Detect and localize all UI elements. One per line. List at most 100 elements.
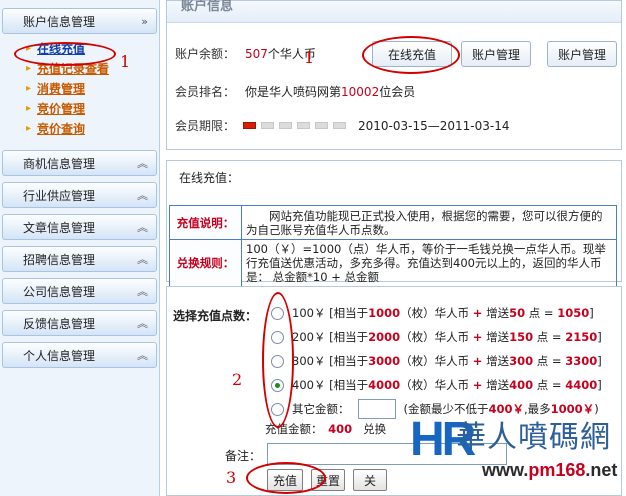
submenu-link[interactable]: 充值记录查看 bbox=[37, 60, 109, 77]
close-button[interactable]: 关 bbox=[353, 469, 387, 491]
sidebar-header-business[interactable]: 商机信息管理 ︽ bbox=[2, 150, 157, 176]
level-bar-filled bbox=[243, 122, 257, 129]
option-text: [相当于 bbox=[329, 306, 369, 320]
account-manage-button-2[interactable]: 账户管理 bbox=[547, 41, 617, 67]
recharge-option-300[interactable]: 300￥ [相当于 3000 （枚）华人币 + 增送 300 点 = 3300] bbox=[271, 353, 602, 369]
plus-sign: + bbox=[472, 306, 483, 320]
submenu-item-bidding-query[interactable]: ▸ 竞价查询 bbox=[26, 118, 159, 138]
account-info-panel: 账户信息 账户余额： 507 个华人币 在线充值 账户管理 账户管理 会员排名：… bbox=[166, 0, 622, 150]
recharge-info-panel: 在线充值： 充值说明： 网站充值功能现已正式投入使用，根据您的需要，您可以很方便… bbox=[166, 160, 622, 287]
option-text: 点 = bbox=[536, 354, 562, 368]
sidebar-header-label: 反馈信息管理 bbox=[23, 316, 96, 331]
sidebar-sections: 商机信息管理 ︽ 行业供应管理 ︽ 文章信息管理 ︽ 招聘信息管理 ︽ 公司信息管理 ︽ … bbox=[0, 150, 159, 368]
annotation-number-3: 3 bbox=[226, 468, 237, 487]
level-bar bbox=[279, 122, 293, 129]
watermark-name: 華人噴碼網 bbox=[456, 420, 611, 455]
radio-button[interactable] bbox=[271, 354, 284, 368]
option-total: 3300 bbox=[565, 354, 598, 368]
option-coins: 4000 bbox=[368, 378, 401, 392]
recharge-section-title: 在线充值： bbox=[179, 171, 240, 185]
submenu-link[interactable]: 竞价查询 bbox=[37, 120, 85, 137]
submenu-link[interactable]: 在线充值 bbox=[37, 40, 85, 57]
recharge-option-200[interactable]: 200￥ [相当于 2000 （枚）华人币 + 增送 150 点 = 2150] bbox=[271, 329, 602, 345]
option-text: （枚）华人币 bbox=[400, 354, 470, 368]
level-bar bbox=[315, 122, 329, 129]
sidebar-header-supply[interactable]: 行业供应管理 ︽ bbox=[2, 182, 157, 208]
recharge-option-400[interactable]: 400￥ [相当于 4000 （枚）华人币 + 增送 400 点 = 4400] bbox=[271, 377, 602, 393]
bullet-icon: ▸ bbox=[26, 122, 32, 134]
period-label: 会员期限： bbox=[175, 119, 236, 133]
double-chevron-up-icon: ︽ bbox=[137, 317, 148, 330]
option-text: [相当于 bbox=[329, 354, 369, 368]
watermark-url-domain: pm168 bbox=[528, 460, 586, 480]
option-text: [相当于 bbox=[329, 330, 369, 344]
option-amount: 300￥ bbox=[292, 354, 326, 368]
bullet-icon: ▸ bbox=[26, 102, 32, 114]
sidebar-header-label: 账户信息管理 bbox=[23, 14, 96, 29]
recharge-submit-button[interactable]: 充值 bbox=[267, 469, 303, 491]
table-row: 兑换规则： 100（￥）=1000（点）华人币，等价于一毛钱兑换一点华人币。现举… bbox=[169, 239, 617, 287]
online-recharge-button[interactable]: 在线充值 bbox=[372, 41, 452, 67]
radio-button[interactable] bbox=[271, 306, 284, 320]
option-bonus: 150 bbox=[509, 330, 534, 344]
panel-title: 账户信息 bbox=[181, 0, 234, 14]
submenu-item-recharge-records[interactable]: ▸ 充值记录查看 bbox=[26, 58, 159, 78]
radio-button[interactable] bbox=[271, 402, 284, 416]
recharge-option-100[interactable]: 100￥ [相当于 1000 （枚）华人币 + 增送 50 点 = 1050] bbox=[271, 305, 594, 321]
sidebar: 账户信息管理 » ▸ 在线充值 ▸ 充值记录查看 ▸ 消费管理 ▸ 竞价管理 ▸ bbox=[0, 0, 160, 496]
submenu-link[interactable]: 竞价管理 bbox=[37, 100, 85, 117]
sidebar-header-account[interactable]: 账户信息管理 » bbox=[2, 8, 157, 34]
option-coins: 3000 bbox=[368, 354, 401, 368]
membership-level-bars bbox=[243, 122, 347, 129]
radio-button[interactable] bbox=[271, 330, 284, 344]
account-manage-button[interactable]: 账户管理 bbox=[461, 41, 531, 67]
sidebar-header-personal[interactable]: 个人信息管理 ︽ bbox=[2, 342, 157, 368]
bullet-icon: ▸ bbox=[26, 42, 32, 54]
submenu-item-online-recharge[interactable]: ▸ 在线充值 bbox=[26, 38, 159, 58]
plus-sign: + bbox=[472, 378, 483, 392]
option-amount: 200￥ bbox=[292, 330, 326, 344]
option-total: 1050 bbox=[557, 306, 590, 320]
pick-points-label: 选择充值点数： bbox=[173, 309, 258, 323]
double-chevron-up-icon: ︽ bbox=[137, 285, 148, 298]
radio-button-checked[interactable] bbox=[271, 378, 284, 392]
double-chevron-up-icon: ︽ bbox=[137, 221, 148, 234]
other-amount-input[interactable] bbox=[357, 399, 396, 419]
submenu-link[interactable]: 消费管理 bbox=[37, 80, 85, 97]
plus-sign: + bbox=[472, 330, 483, 344]
option-text: 增送 bbox=[486, 354, 510, 368]
rank-value: 10002 bbox=[341, 84, 380, 99]
double-chevron-up-icon: ︽ bbox=[137, 189, 148, 202]
option-text: （枚）华人币 bbox=[400, 378, 470, 392]
account-submenu: ▸ 在线充值 ▸ 充值记录查看 ▸ 消费管理 ▸ 竞价管理 ▸ 竞价查询 bbox=[0, 34, 159, 144]
bullet-icon: ▸ bbox=[26, 62, 32, 74]
annotation-number-1b: 1 bbox=[304, 48, 315, 67]
sidebar-header-recruit[interactable]: 招聘信息管理 ︽ bbox=[2, 246, 157, 272]
option-bonus: 400 bbox=[509, 378, 534, 392]
sidebar-header-feedback[interactable]: 反馈信息管理 ︽ bbox=[2, 310, 157, 336]
watermark-url-prefix: www. bbox=[482, 460, 529, 480]
balance-label: 账户余额： bbox=[175, 47, 236, 61]
option-bonus: 50 bbox=[509, 306, 526, 320]
total-label: 充值金额： bbox=[265, 422, 323, 436]
table-row: 充值说明： 网站充值功能现已正式投入使用，根据您的需要，您可以很方便的为自己账号… bbox=[169, 205, 617, 240]
rule-text: 100（￥）=1000（点）华人币，等价于一毛钱兑换一点华人币。现举行充值送优惠… bbox=[241, 239, 617, 287]
option-text: 点 = bbox=[536, 330, 562, 344]
other-amount-label: 其它金额： bbox=[292, 402, 350, 416]
option-text: 增送 bbox=[486, 330, 510, 344]
page-root: 账户信息管理 » ▸ 在线充值 ▸ 充值记录查看 ▸ 消费管理 ▸ 竞价管理 ▸ bbox=[0, 0, 626, 496]
balance-value: 507 bbox=[245, 46, 268, 61]
submenu-item-consumption[interactable]: ▸ 消费管理 bbox=[26, 78, 159, 98]
submenu-item-bidding-manage[interactable]: ▸ 竞价管理 bbox=[26, 98, 159, 118]
total-row: 充值金额： 400 兑换 bbox=[265, 421, 386, 437]
double-chevron-up-icon: ︽ bbox=[137, 349, 148, 362]
sidebar-header-company[interactable]: 公司信息管理 ︽ bbox=[2, 278, 157, 304]
sidebar-header-label: 公司信息管理 bbox=[23, 284, 96, 299]
option-coins: 2000 bbox=[368, 330, 401, 344]
sidebar-header-article[interactable]: 文章信息管理 ︽ bbox=[2, 214, 157, 240]
reset-button[interactable]: 重置 bbox=[311, 469, 345, 491]
rank-prefix: 你是华人喷码网第 bbox=[245, 85, 342, 99]
rank-suffix: 位会员 bbox=[379, 85, 416, 99]
rule-key: 兑换规则： bbox=[169, 239, 242, 287]
option-coins: 1000 bbox=[368, 306, 401, 320]
